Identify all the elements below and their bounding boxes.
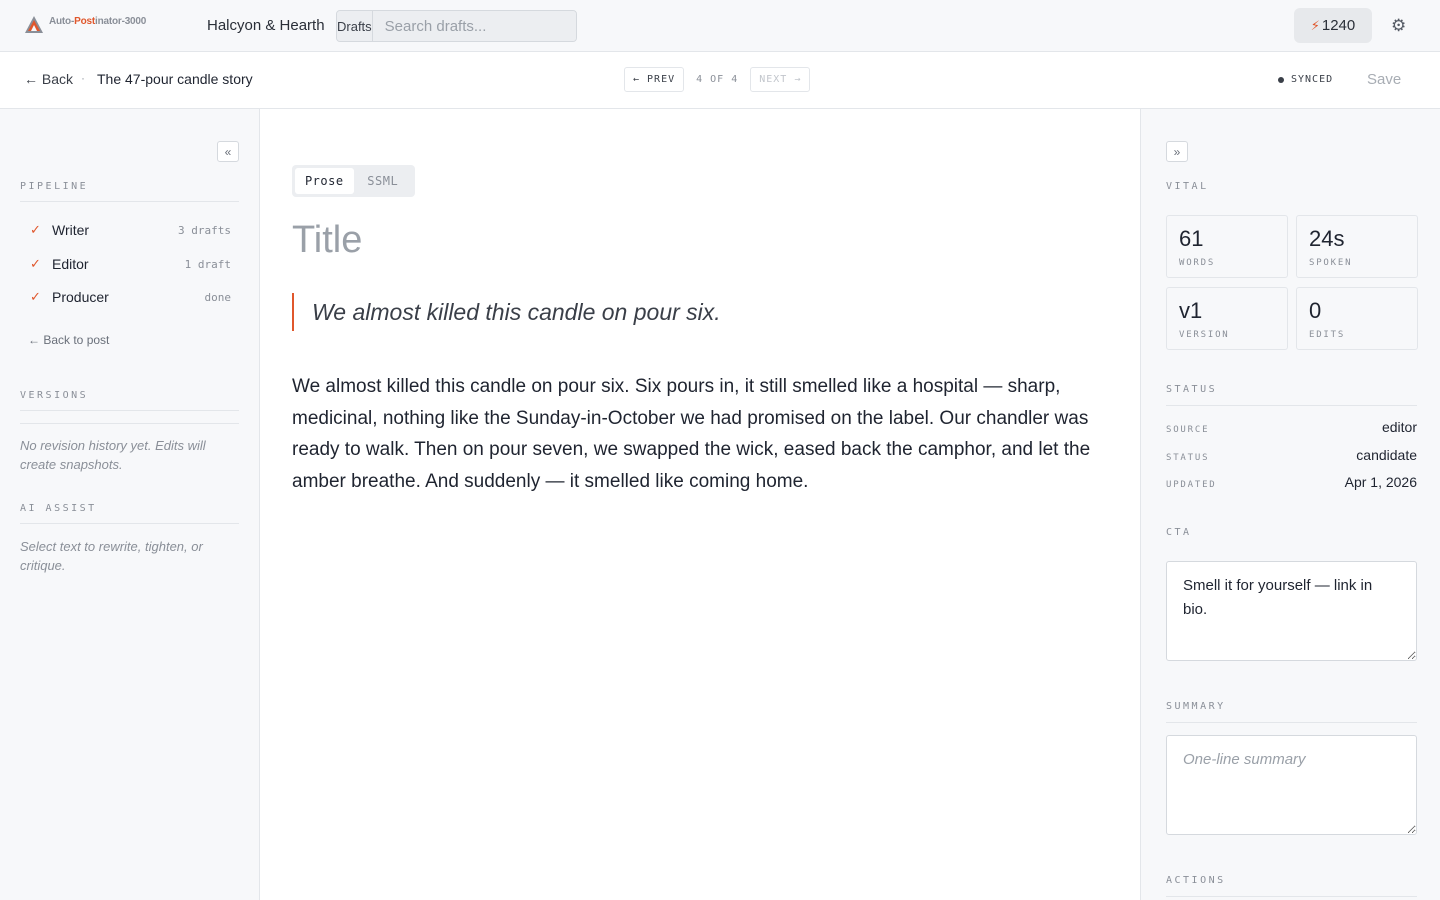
check-icon: ✓ (30, 289, 41, 304)
logo-wordmark: Auto-Postinator-3000 (49, 16, 147, 27)
summary-input[interactable] (1166, 735, 1417, 835)
check-icon: ✓ (30, 256, 41, 271)
mode-prose-tab[interactable]: Prose (295, 168, 354, 194)
pipeline-item-producer[interactable]: ✓ Producer done (20, 287, 239, 307)
credits-button[interactable]: ⚡ 1240 (1294, 8, 1372, 43)
versions-label: VERSIONS (20, 390, 89, 401)
status-dot-icon (1278, 76, 1284, 83)
actions-label: ACTIONS (1166, 875, 1226, 886)
drafts-button[interactable]: Drafts (337, 11, 373, 41)
check-icon: ✓ (30, 222, 41, 237)
pipeline-item-writer[interactable]: ✓ Writer 3 drafts (20, 220, 239, 240)
app-logo[interactable]: Auto-Postinator-3000 (24, 15, 146, 35)
post-title: The 47-pour candle story (97, 71, 253, 87)
cta-label: CTA (1166, 527, 1192, 538)
divider (20, 423, 239, 424)
status-row-source: SOURCE editor (1166, 419, 1417, 435)
body-text[interactable]: We almost killed this candle on pour six… (292, 371, 1112, 497)
stat-words: 61 WORDS (1166, 215, 1288, 278)
divider (20, 410, 239, 411)
search-input[interactable] (372, 11, 576, 41)
hook-line[interactable]: We almost killed this candle on pour six… (292, 293, 1108, 331)
page-count: 4 OF 4 (696, 74, 739, 85)
sync-status: SYNCED (1278, 74, 1333, 85)
next-button[interactable]: NEXT → (750, 67, 811, 92)
pipeline-label: PIPELINE (20, 181, 89, 192)
bolt-icon: ⚡ (1310, 17, 1320, 33)
save-button[interactable]: Save (1367, 71, 1401, 88)
gear-icon[interactable]: ⚙ (1391, 16, 1406, 36)
stat-spoken: 24s SPOKEN (1296, 215, 1418, 278)
editor-pane: Prose SSML We almost killed this candle … (260, 109, 1140, 900)
status-row-updated: UPDATED Apr 1, 2026 (1166, 474, 1417, 490)
vital-label: VITAL (1166, 181, 1209, 192)
summary-label: SUMMARY (1166, 701, 1226, 712)
stat-edits: 0 EDITS (1296, 287, 1418, 350)
pipeline-item-editor[interactable]: ✓ Editor 1 draft (20, 254, 239, 274)
status-label: STATUS (1166, 384, 1218, 395)
ai-assist-hint: Select text to rewrite, tighten, or crit… (20, 539, 203, 573)
collapse-sidebar-button[interactable]: « (217, 141, 239, 162)
right-sidebar: » VITAL 61 WORDS 24s SPOKEN v1 VERSION 0… (1140, 109, 1440, 900)
back-to-post-link[interactable]: ← Back to post (28, 333, 109, 347)
ai-assist-label: AI ASSIST (20, 503, 97, 514)
breadcrumb-separator: · (81, 71, 85, 85)
expand-sidebar-button[interactable]: » (1166, 141, 1188, 162)
top-bar: Auto-Postinator-3000 Halcyon & Hearth Dr… (0, 0, 1440, 52)
divider (1166, 405, 1417, 406)
status-row-status: STATUS candidate (1166, 447, 1417, 463)
divider (20, 201, 239, 202)
title-input[interactable] (292, 219, 1092, 262)
cta-input[interactable] (1166, 561, 1417, 661)
draft-pager: ← PREV 4 OF 4 NEXT → (624, 67, 811, 92)
search-group: Drafts (336, 10, 577, 42)
prev-button[interactable]: ← PREV (624, 67, 685, 92)
mode-toggle: Prose SSML (292, 165, 415, 197)
credits-count: 1240 (1321, 17, 1356, 34)
versions-hint: No revision history yet. Edits will crea… (20, 438, 206, 472)
triangle-logo-icon (24, 15, 44, 35)
divider (20, 523, 239, 524)
mode-ssml-tab[interactable]: SSML (354, 168, 413, 194)
back-button[interactable]: ← Back (24, 71, 73, 87)
divider (1166, 896, 1417, 897)
stat-version: v1 VERSION (1166, 287, 1288, 350)
brand-name[interactable]: Halcyon & Hearth (207, 17, 325, 34)
post-toolbar: ← Back · The 47-pour candle story ← PREV… (0, 52, 1440, 109)
left-sidebar: « PIPELINE ✓ Writer 3 drafts ✓ Editor 1 … (0, 109, 260, 900)
divider (1166, 722, 1417, 723)
